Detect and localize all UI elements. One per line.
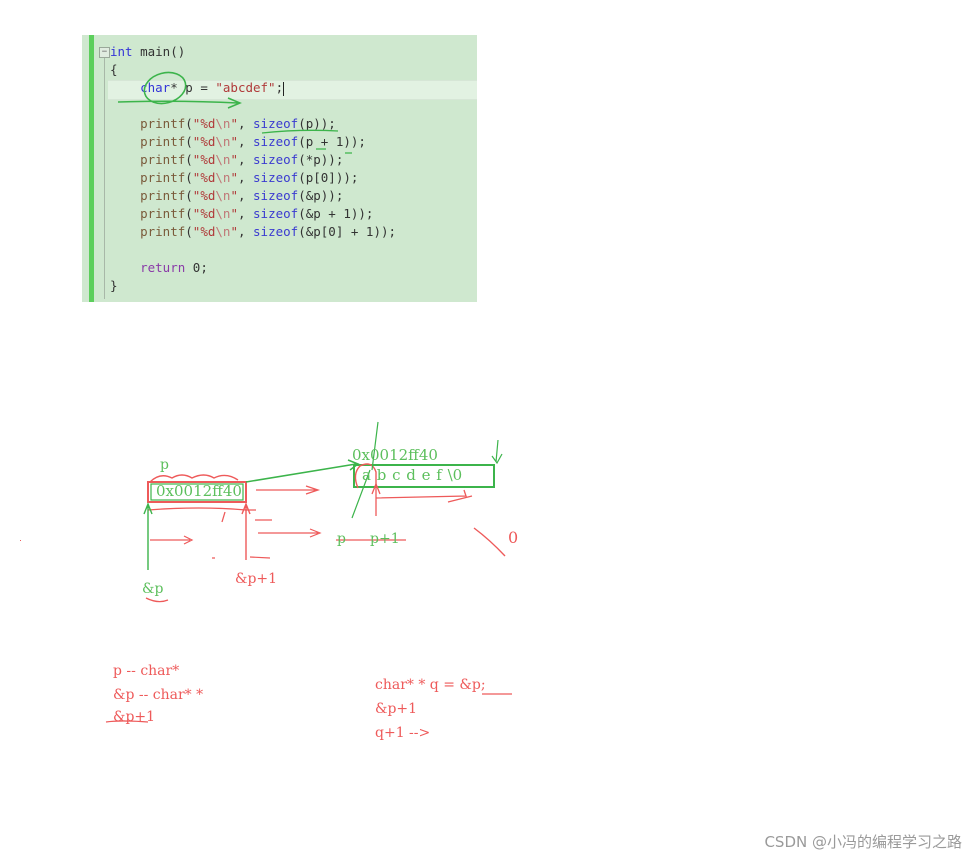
note-right-1: char* * q = &p; [375, 677, 486, 693]
note-left-2: &p -- char* * [113, 687, 204, 703]
brace-above-p [149, 474, 239, 483]
note-left-1: p -- char* [113, 663, 180, 679]
amp-p-label: &p [142, 581, 164, 597]
pointer-arrow [245, 459, 360, 483]
annotation-layer [20, 71, 512, 723]
underline-sizeof-p [261, 129, 339, 134]
brace-below-p [147, 507, 256, 523]
note-right-2: &p+1 [375, 701, 418, 717]
stray-dot [20, 540, 21, 541]
slash-mark [473, 527, 506, 557]
underline-p [316, 148, 352, 154]
zero-mark: 0 [508, 528, 519, 547]
arrow-under-declaration [117, 97, 242, 109]
amp-p-plus1-label: &p+1 [235, 571, 278, 587]
amp-p-plus1-arrow [241, 502, 251, 560]
p-label: p [160, 457, 169, 473]
watermark: CSDN @小冯的编程学习之路 [764, 833, 962, 851]
p-arrow-label: p [337, 531, 346, 547]
amp-p-arrow [143, 502, 153, 570]
p-box-value: 0x0012ff40 [156, 482, 242, 500]
underline-amp-p [145, 597, 169, 603]
p-plus1-label: p+1 [370, 531, 400, 547]
note-left-3: &p+1 [113, 709, 156, 725]
note-right-3: q+1 --> [375, 725, 431, 741]
string-chars: a b c d e f \0 [362, 466, 463, 484]
string-address: 0x0012ff40 [352, 446, 438, 464]
